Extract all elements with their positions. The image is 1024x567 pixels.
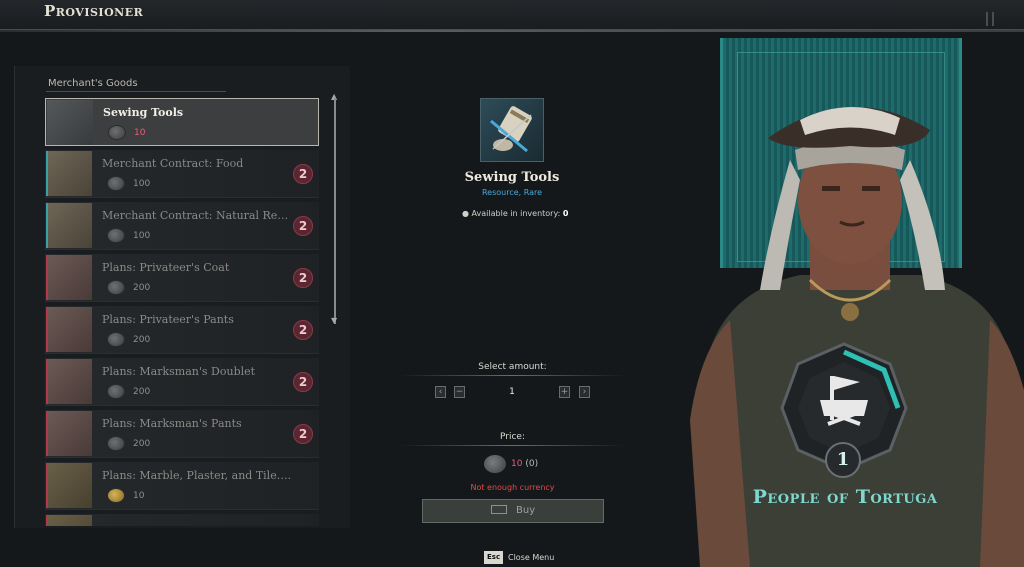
page-title: Provisioner bbox=[44, 2, 144, 20]
requirement-badge: 2 bbox=[293, 268, 313, 288]
buy-label: Buy bbox=[516, 505, 536, 516]
buy-button[interactable]: Buy bbox=[422, 499, 604, 523]
window-control-icon[interactable] bbox=[986, 12, 994, 26]
list-item[interactable]: Plans: Privateer's Coat 200 2 bbox=[45, 254, 319, 302]
price-value: 10 (0) bbox=[511, 459, 538, 469]
item-thumbnail-icon bbox=[46, 359, 92, 404]
amount-max-button[interactable]: › bbox=[579, 386, 590, 398]
requirement-badge: 2 bbox=[293, 164, 313, 184]
item-price: 100 bbox=[133, 231, 151, 241]
list-item[interactable]: Plans: Marksman's Pants 200 2 bbox=[45, 410, 319, 458]
close-menu-label[interactable]: Close Menu bbox=[508, 553, 554, 562]
requirement-badge: 2 bbox=[293, 216, 313, 236]
list-item[interactable]: Plans: Privateer's Pants 200 2 bbox=[45, 306, 319, 354]
coin-icon bbox=[107, 332, 125, 347]
inventory-value: 0 bbox=[562, 209, 569, 218]
keyboard-key-icon bbox=[490, 505, 507, 514]
list-item[interactable]: Plans: Marble, Plaster, and Tile. Base s… bbox=[45, 462, 319, 510]
item-thumbnail-icon bbox=[46, 255, 92, 300]
list-item[interactable]: Merchant Contract: Food 100 2 bbox=[45, 150, 319, 198]
scroll-down-arrow-icon[interactable]: ▼ bbox=[331, 317, 339, 325]
coin-icon bbox=[107, 228, 125, 243]
esc-key-badge[interactable]: Esc bbox=[484, 551, 504, 564]
inventory-count: ● Available in inventory: 0 bbox=[462, 209, 568, 218]
top-bar: Provisioner bbox=[0, 0, 1024, 30]
item-price: 200 bbox=[133, 283, 151, 293]
section-divider bbox=[46, 91, 226, 92]
coin-icon bbox=[107, 384, 125, 399]
item-name: Plans: Privateer's Coat bbox=[102, 261, 230, 274]
coin-icon bbox=[484, 455, 506, 473]
item-name: Plans: Marble, Plaster, and Tile. Base s… bbox=[102, 469, 292, 482]
list-item[interactable]: Sewing Tools 10 bbox=[45, 98, 319, 146]
item-thumbnail-icon bbox=[46, 307, 92, 352]
faction-name: People of Tortuga bbox=[752, 486, 938, 508]
coin-icon bbox=[108, 125, 126, 140]
item-price: 200 bbox=[133, 439, 151, 449]
select-amount-label: Select amount: bbox=[478, 362, 547, 372]
item-name: Plans: Marksman's Doublet bbox=[102, 365, 256, 378]
item-thumbnail-icon bbox=[46, 151, 92, 196]
item-thumbnail-icon bbox=[46, 515, 92, 526]
requirement-badge: 2 bbox=[293, 320, 313, 340]
section-label: Merchant's Goods bbox=[48, 78, 138, 89]
coin-icon bbox=[107, 436, 125, 451]
item-name: Plans: Marksman's Pants bbox=[102, 417, 242, 430]
item-thumbnail-icon bbox=[46, 411, 92, 456]
list-scrollbar[interactable] bbox=[334, 98, 336, 324]
price-divider bbox=[400, 445, 625, 446]
item-price: 200 bbox=[133, 335, 151, 345]
amount-value[interactable]: 1 bbox=[470, 386, 554, 398]
bag-icon: ● bbox=[462, 209, 469, 218]
requirement-badge: 2 bbox=[293, 424, 313, 444]
item-price: 10 bbox=[133, 491, 145, 501]
item-name: Merchant Contract: Natural Resou... bbox=[102, 209, 292, 222]
currency-warning: Not enough currency bbox=[470, 483, 555, 492]
item-title: Sewing Tools bbox=[464, 170, 560, 185]
item-thumbnail-icon bbox=[46, 203, 92, 248]
coin-icon bbox=[107, 176, 125, 191]
item-name: Sewing Tools bbox=[103, 106, 184, 119]
item-price: 100 bbox=[133, 179, 151, 189]
list-item[interactable] bbox=[45, 514, 319, 526]
requirement-badge: 2 bbox=[293, 372, 313, 392]
inventory-label: Available in inventory: bbox=[471, 209, 561, 218]
goods-list[interactable]: Sewing Tools 10 Merchant Contract: Food 100… bbox=[45, 98, 319, 526]
item-price: 10 bbox=[134, 128, 146, 138]
item-price: 200 bbox=[133, 387, 151, 397]
amount-min-button[interactable]: ‹ bbox=[435, 386, 446, 398]
coin-icon bbox=[107, 488, 125, 503]
amount-decrement-button[interactable]: − bbox=[454, 386, 465, 398]
price-label: Price: bbox=[500, 432, 525, 442]
coin-icon bbox=[107, 280, 125, 295]
item-subtitle: Resource, Rare bbox=[481, 188, 543, 197]
amount-increment-button[interactable]: + bbox=[559, 386, 570, 398]
item-name: Plans: Privateer's Pants bbox=[102, 313, 234, 326]
amount-divider bbox=[400, 375, 625, 376]
item-thumbnail-icon bbox=[47, 100, 93, 145]
list-item[interactable]: Merchant Contract: Natural Resou... 100 2 bbox=[45, 202, 319, 250]
price-amount: 10 bbox=[511, 459, 523, 469]
item-name: Merchant Contract: Food bbox=[102, 157, 244, 170]
faction-level-badge: 1 bbox=[825, 442, 861, 478]
header-divider bbox=[0, 30, 1024, 32]
price-owned: (0) bbox=[525, 459, 539, 469]
sewing-tools-icon bbox=[480, 98, 544, 162]
list-item[interactable]: Plans: Marksman's Doublet 200 2 bbox=[45, 358, 319, 406]
item-thumbnail-icon bbox=[46, 463, 92, 508]
